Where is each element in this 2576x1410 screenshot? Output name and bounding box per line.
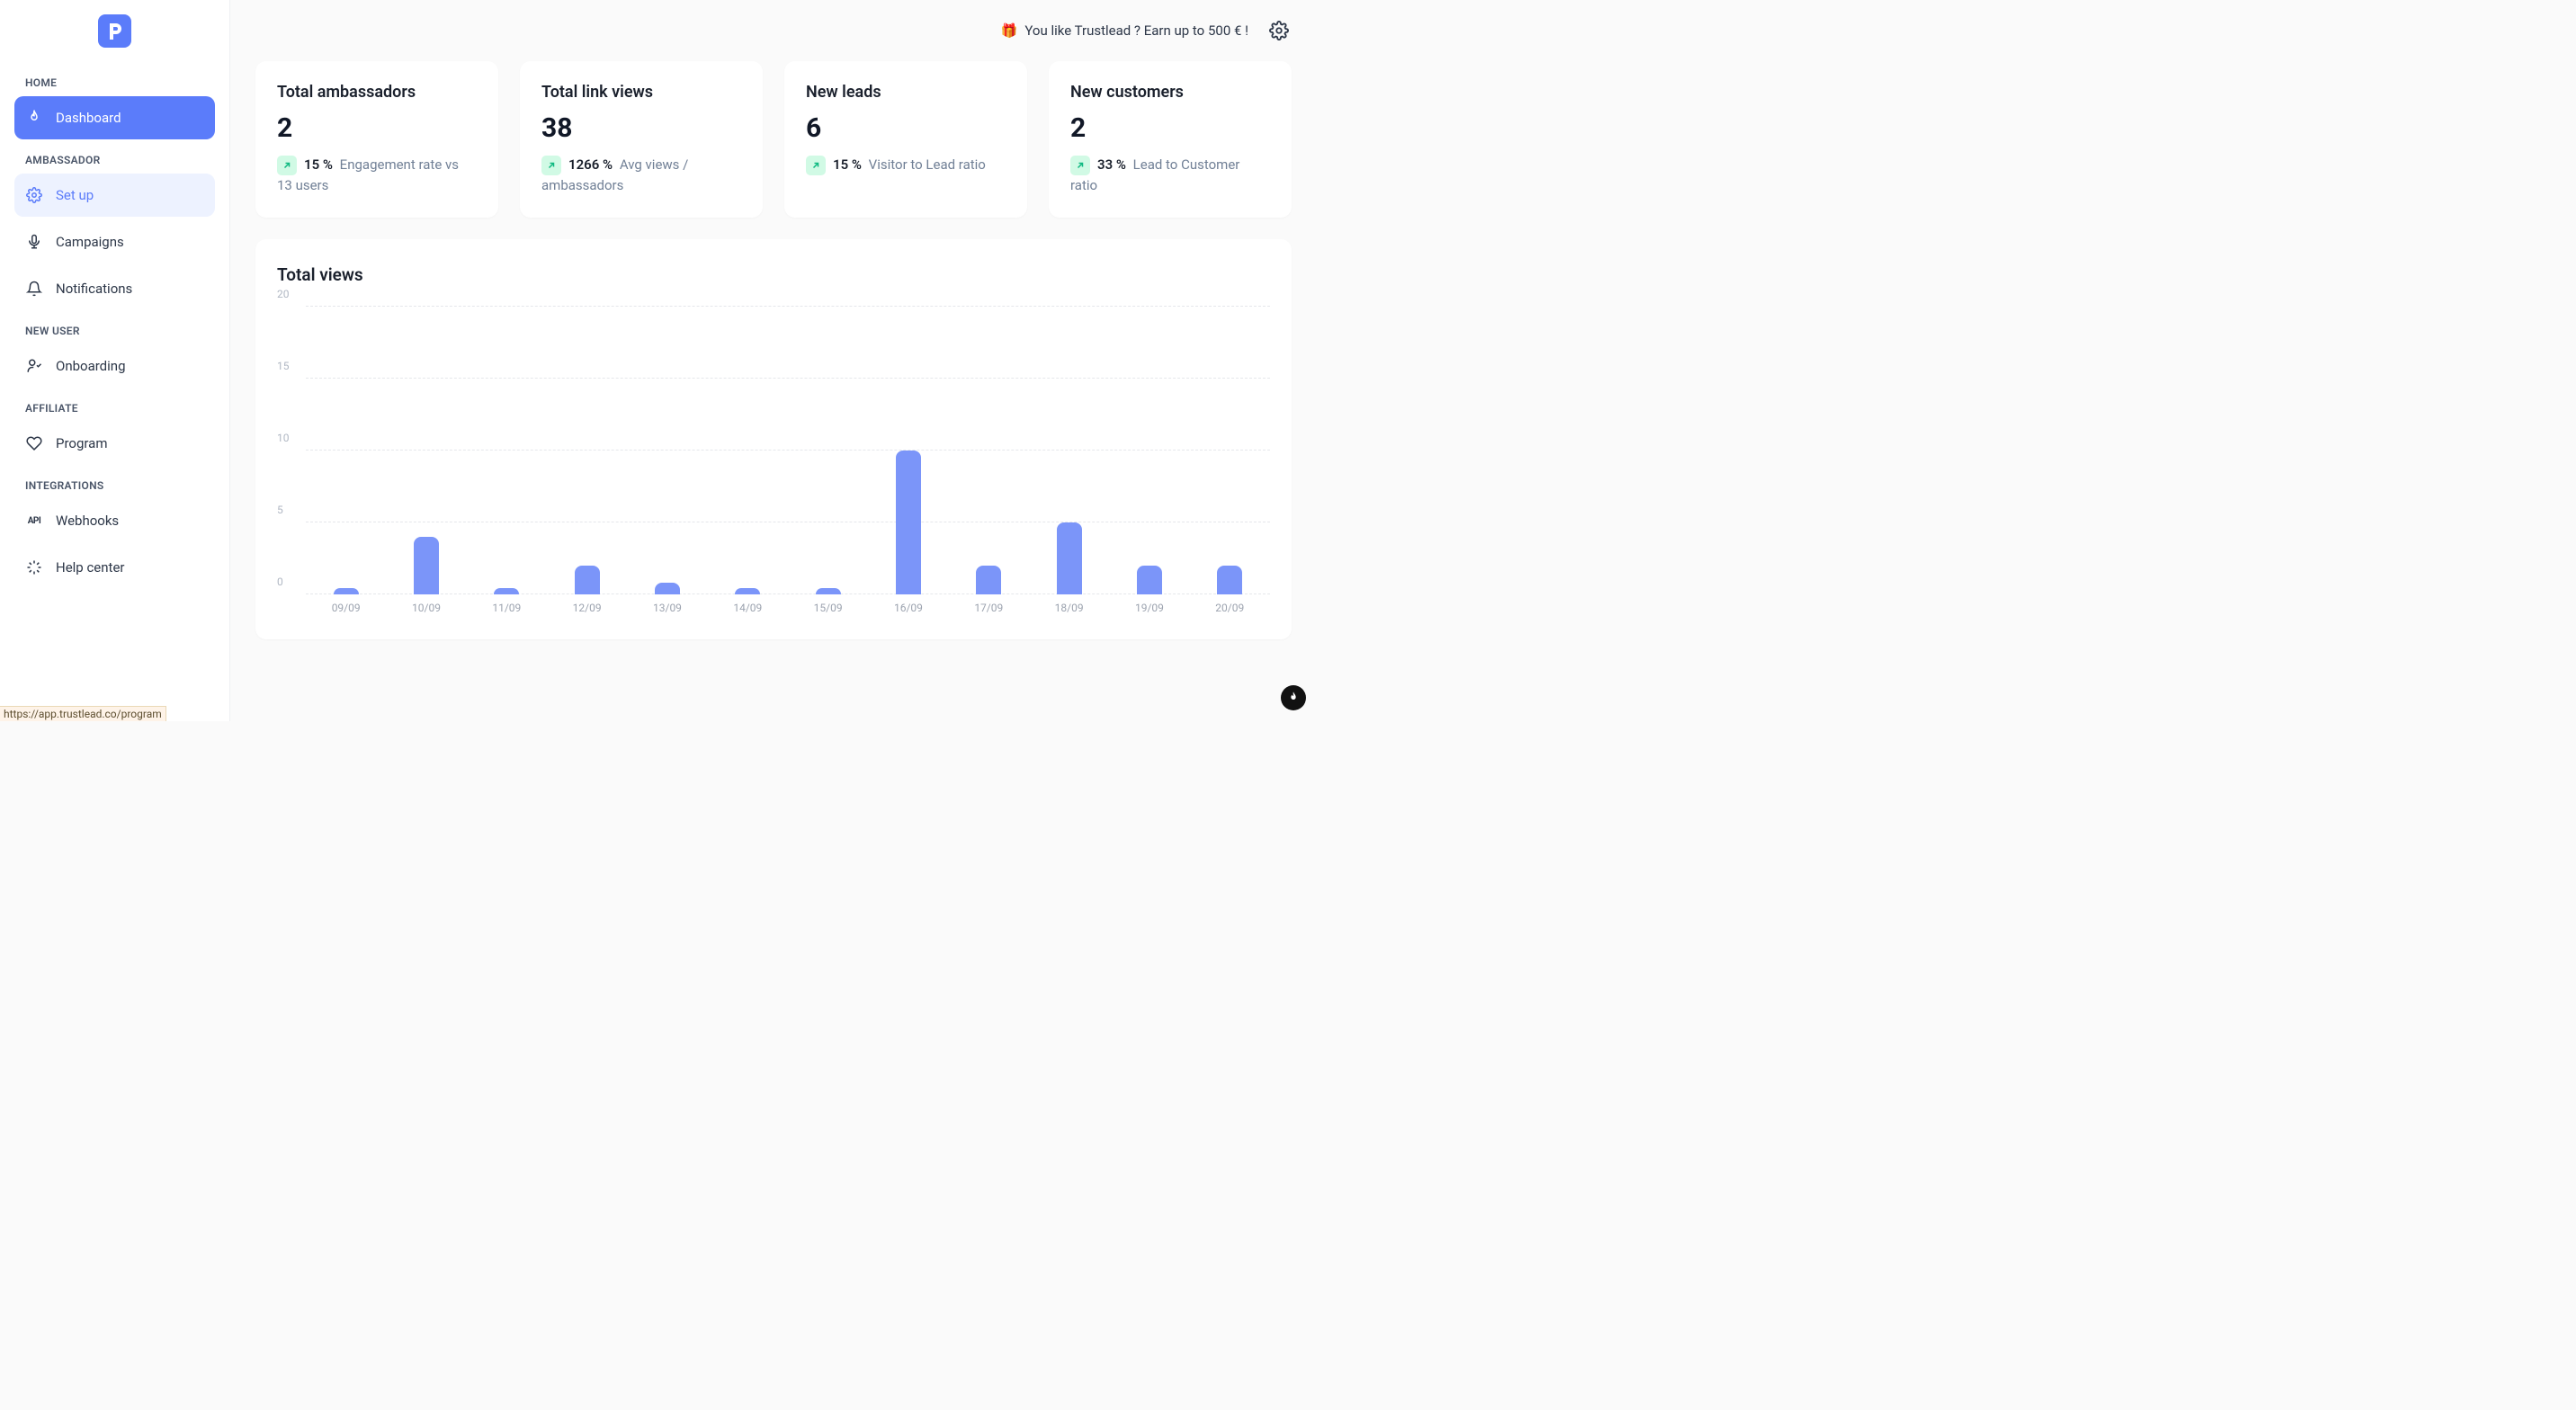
main-content: 🎁 You like Trustlead ? Earn up to 500 € …	[230, 0, 1317, 721]
trend-up-icon	[277, 156, 297, 175]
sidebar-item-label: Notifications	[56, 281, 132, 297]
promo-banner[interactable]: 🎁 You like Trustlead ? Earn up to 500 € …	[1001, 22, 1248, 39]
card-newcustomers: New customers 2 33 % Lead to Customer ra…	[1049, 61, 1292, 218]
card-desc: Visitor to Lead ratio	[869, 156, 986, 173]
sidebar-item-label: Webhooks	[56, 513, 119, 529]
chart-bar	[1137, 566, 1162, 594]
kpi-cards: Total ambassadors 2 15 % Engagement rate…	[230, 61, 1317, 218]
sidebar-item-program[interactable]: Program	[14, 422, 215, 465]
card-pct: 33 %	[1097, 156, 1126, 173]
chart-title: Total views	[277, 264, 1270, 285]
section-affiliate: AFFILIATE	[14, 395, 215, 422]
x-tick: 10/09	[386, 602, 466, 614]
y-tick: 15	[277, 360, 290, 372]
x-tick: 15/09	[788, 602, 868, 614]
trend-up-icon	[1070, 156, 1090, 175]
x-tick: 11/09	[467, 602, 547, 614]
card-sub: 15 % Engagement rate vs 13 users	[277, 155, 477, 196]
x-tick: 16/09	[868, 602, 948, 614]
card-title: New leads	[806, 83, 1006, 102]
chart-bar	[816, 588, 841, 593]
card-desc: Avg views / ambassadors	[541, 156, 688, 193]
section-integrations: INTEGRATIONS	[14, 472, 215, 499]
card-value: 2	[277, 112, 477, 144]
promo-text: You like Trustlead ? Earn up to 500 € !	[1024, 22, 1248, 39]
trend-up-icon	[541, 156, 561, 175]
chart-bar	[1057, 522, 1082, 594]
card-pct: 15 %	[833, 156, 862, 173]
sidebar-item-onboarding[interactable]: Onboarding	[14, 344, 215, 388]
sidebar-item-setup[interactable]: Set up	[14, 174, 215, 217]
sidebar-item-webhooks[interactable]: API Webhooks	[14, 499, 215, 542]
bell-icon	[25, 280, 43, 298]
chart-plot: 05101520	[277, 307, 1270, 594]
sidebar-item-label: Help center	[56, 559, 124, 576]
x-tick: 13/09	[627, 602, 707, 614]
status-url: https://app.trustlead.co/program	[0, 706, 166, 721]
sidebar-item-label: Program	[56, 435, 107, 451]
chart-bar	[976, 566, 1001, 594]
user-check-icon	[25, 357, 43, 375]
card-title: Total link views	[541, 83, 741, 102]
x-tick: 09/09	[306, 602, 386, 614]
sidebar-item-label: Campaigns	[56, 234, 124, 250]
heart-icon	[25, 434, 43, 452]
card-sub: 1266 % Avg views / ambassadors	[541, 155, 741, 196]
y-tick: 0	[277, 576, 283, 588]
sidebar-item-campaigns[interactable]: Campaigns	[14, 220, 215, 263]
card-sub: 33 % Lead to Customer ratio	[1070, 155, 1270, 196]
card-sub: 15 % Visitor to Lead ratio	[806, 155, 1006, 175]
chart-bar	[334, 588, 359, 593]
card-newleads: New leads 6 15 % Visitor to Lead ratio	[784, 61, 1027, 218]
sidebar-item-label: Dashboard	[56, 110, 121, 126]
sidebar: HOME Dashboard AMBASSADOR Set up Campaig…	[0, 0, 230, 721]
sidebar-item-label: Set up	[56, 187, 94, 203]
chart-bar	[896, 451, 921, 594]
chart-bar	[735, 588, 760, 593]
mic-icon	[25, 233, 43, 251]
sidebar-item-dashboard[interactable]: Dashboard	[14, 96, 215, 139]
y-tick: 10	[277, 432, 290, 444]
section-ambassador: AMBASSADOR	[14, 147, 215, 174]
chart-bar	[1217, 566, 1242, 594]
settings-button[interactable]	[1266, 18, 1292, 43]
sidebar-item-label: Onboarding	[56, 358, 126, 374]
x-tick: 18/09	[1029, 602, 1109, 614]
card-title: Total ambassadors	[277, 83, 477, 102]
support-fab[interactable]	[1281, 685, 1306, 710]
gift-icon: 🎁	[1001, 22, 1018, 39]
section-newuser: NEW USER	[14, 317, 215, 344]
gear-icon	[25, 186, 43, 204]
card-value: 38	[541, 112, 741, 144]
x-tick: 17/09	[949, 602, 1029, 614]
card-value: 6	[806, 112, 1006, 144]
chart-bar	[655, 583, 680, 594]
chart-bar	[575, 566, 600, 594]
sidebar-item-helpcenter[interactable]: Help center	[14, 546, 215, 589]
x-tick: 12/09	[547, 602, 627, 614]
y-tick: 5	[277, 504, 283, 516]
card-linkviews: Total link views 38 1266 % Avg views / a…	[520, 61, 763, 218]
chart-x-axis: 09/0910/0911/0912/0913/0914/0915/0916/09…	[277, 602, 1270, 614]
app-logo[interactable]	[98, 14, 131, 48]
x-tick: 19/09	[1109, 602, 1189, 614]
card-ambassadors: Total ambassadors 2 15 % Engagement rate…	[255, 61, 498, 218]
card-value: 2	[1070, 112, 1270, 144]
card-pct: 15 %	[304, 156, 333, 173]
help-icon	[25, 558, 43, 576]
card-desc: Lead to Customer ratio	[1070, 156, 1239, 193]
x-tick: 20/09	[1190, 602, 1270, 614]
trend-up-icon	[806, 156, 826, 175]
card-pct: 1266 %	[568, 156, 613, 173]
sidebar-item-notifications[interactable]: Notifications	[14, 267, 215, 310]
x-tick: 14/09	[708, 602, 788, 614]
chart-bar	[494, 588, 519, 593]
flame-icon	[25, 109, 43, 127]
api-icon: API	[25, 512, 43, 530]
chart-bar	[414, 537, 439, 594]
card-title: New customers	[1070, 83, 1270, 102]
chart-card: Total views 0 5 10 15 20 09/0910/0911/0912/0…	[255, 239, 1292, 639]
section-home: HOME	[14, 69, 215, 96]
y-tick: 20	[277, 288, 290, 300]
